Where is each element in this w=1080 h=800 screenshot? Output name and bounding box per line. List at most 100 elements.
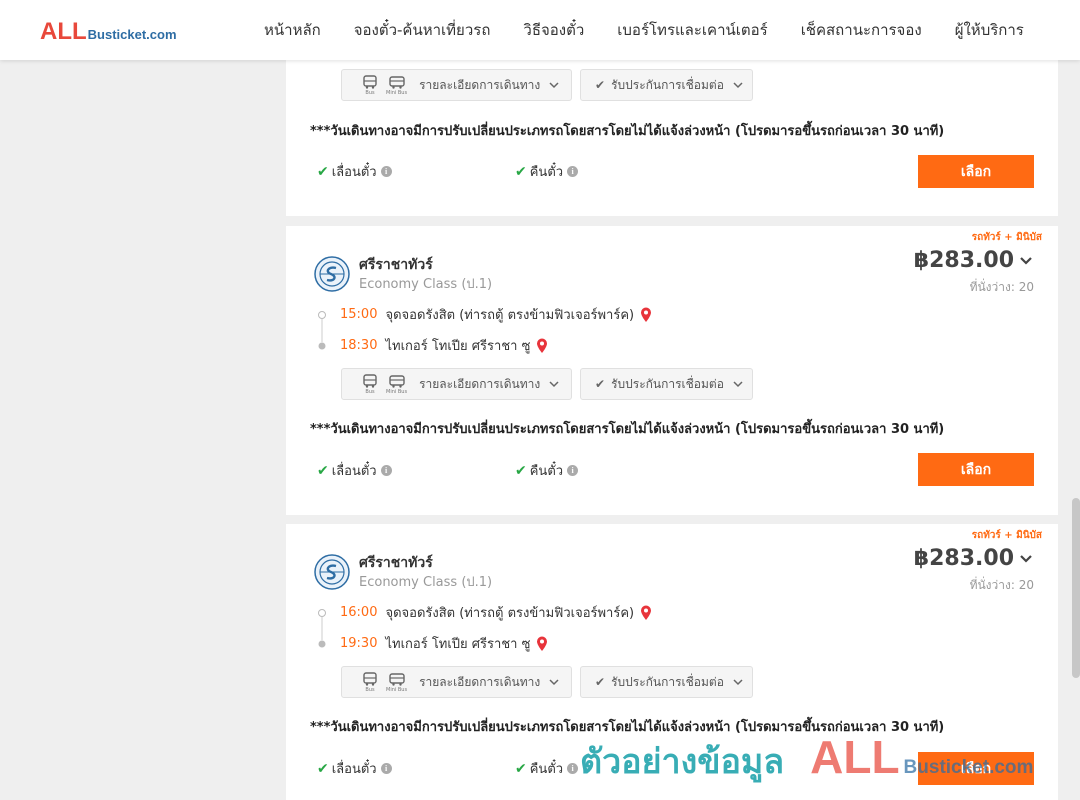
vehicle-type-tag: รถทัวร์ + มินิบัส	[971, 530, 1042, 541]
trip-details-label: รายละเอียดการเดินทาง	[419, 376, 541, 391]
available-seats: ที่นั่งว่าง: 20	[969, 578, 1034, 592]
change-ticket-policy: ✔ เลื่อนตั๋ว i	[317, 161, 392, 182]
checkmark-icon: ✔	[317, 163, 329, 180]
top-header: ALL Busticket.com หน้าหลัก จองตั๋ว-ค้นหา…	[0, 0, 1080, 60]
ticket-price: ฿283.00	[913, 546, 1014, 571]
operator-logo-icon	[314, 554, 350, 590]
arrival-place: ไทเกอร์ โทเปีย ศรีราชา ซู	[385, 637, 531, 652]
vehicle-change-notice: ***วันเดินทางอาจมีการปรับเปลี่ยนประเภทรถ…	[310, 422, 945, 437]
arrival-time: 19:30	[340, 636, 378, 651]
nav-operators[interactable]: ผู้ให้บริการ	[955, 18, 1024, 42]
info-icon[interactable]: i	[567, 763, 579, 774]
checkmark-icon: ✔	[515, 163, 527, 180]
chevron-down-icon	[1020, 554, 1032, 563]
bus-icon-label: Bus	[365, 686, 375, 693]
change-ticket-label: เลื่อนตั๋ว	[331, 464, 377, 479]
departure-stop: 16:00 จุดจอดรังสิต (ท่ารถตู้ ตรงข้ามฟิวเ…	[340, 602, 652, 623]
connection-guarantee-label: รับประกันการเชื่อมต่อ	[611, 674, 724, 689]
refund-ticket-label: คืนตั๋ว	[529, 762, 564, 777]
chevron-down-icon	[733, 381, 743, 388]
bus-icon: Bus	[362, 74, 378, 96]
arrival-stop: 18:30 ไทเกอร์ โทเปีย ศรีราชา ซู	[340, 335, 548, 356]
trip-details-button[interactable]: Bus Mini Bus รายละเอียดการเดินทาง	[341, 666, 572, 698]
available-seats: ที่นั่งว่าง: 20	[969, 280, 1034, 294]
check-icon: ✔	[595, 377, 606, 391]
checkmark-icon: ✔	[515, 462, 527, 479]
vehicle-change-notice: ***วันเดินทางอาจมีการปรับเปลี่ยนประเภทรถ…	[310, 720, 945, 735]
select-trip-button[interactable]: เลือก	[918, 155, 1034, 188]
select-trip-button[interactable]: เลือก	[918, 752, 1034, 785]
price-toggle[interactable]: ฿283.00	[914, 248, 1034, 273]
departure-stop: 15:00 จุดจอดรังสิต (ท่ารถตู้ ตรงข้ามฟิวเ…	[340, 304, 652, 325]
info-icon[interactable]: i	[567, 166, 579, 177]
minibus-icon-label: Mini Bus	[386, 388, 408, 395]
map-pin-icon[interactable]	[536, 636, 548, 652]
arrival-place: ไทเกอร์ โทเปีย ศรีราชา ซู	[385, 339, 531, 354]
logo-busticket-text: Busticket.com	[87, 27, 177, 42]
minibus-icon-label: Mini Bus	[386, 686, 408, 693]
refund-ticket-policy: ✔ คืนตั๋ว i	[515, 758, 579, 779]
bus-icon-label: Bus	[365, 388, 375, 395]
site-logo[interactable]: ALL Busticket.com	[40, 18, 177, 46]
arrival-time: 18:30	[340, 338, 378, 353]
chevron-down-icon	[733, 679, 743, 686]
minibus-icon-label: Mini Bus	[386, 89, 408, 96]
bus-class: Economy Class (ป.1)	[359, 575, 493, 590]
info-icon[interactable]: i	[380, 465, 392, 476]
change-ticket-policy: ✔ เลื่อนตั๋ว i	[317, 758, 392, 779]
minibus-icon: Mini Bus	[386, 672, 407, 693]
refund-ticket-label: คืนตั๋ว	[529, 464, 564, 479]
trip-card: รถทัวร์ + มินิบัส ศรีราชาทัวร์ Economy C…	[286, 524, 1058, 800]
map-pin-icon[interactable]	[640, 307, 652, 323]
connection-guarantee-label: รับประกันการเชื่อมต่อ	[611, 376, 724, 391]
refund-ticket-policy: ✔ คืนตั๋ว i	[515, 460, 579, 481]
main-nav: หน้าหลัก จองตั๋ว-ค้นหาเที่ยวรถ วิธีจองตั…	[264, 0, 1057, 60]
nav-check-booking[interactable]: เช็คสถานะการจอง	[801, 18, 922, 42]
refund-ticket-label: คืนตั๋ว	[529, 165, 564, 180]
departure-time: 16:00	[340, 605, 378, 620]
bus-icon: Bus	[362, 373, 378, 395]
arrival-stop: 19:30 ไทเกอร์ โทเปีย ศรีราชา ซู	[340, 633, 548, 654]
minibus-icon: Mini Bus	[386, 374, 407, 395]
nav-home[interactable]: หน้าหลัก	[264, 18, 321, 42]
route-timeline	[318, 609, 326, 648]
price-toggle[interactable]: ฿283.00	[914, 546, 1034, 571]
operator-logo-icon	[314, 256, 350, 292]
chevron-down-icon	[549, 679, 559, 686]
select-trip-button[interactable]: เลือก	[918, 453, 1034, 486]
chevron-down-icon	[549, 381, 559, 388]
change-ticket-label: เลื่อนตั๋ว	[331, 165, 377, 180]
change-ticket-label: เลื่อนตั๋ว	[331, 762, 377, 777]
check-icon: ✔	[595, 78, 606, 92]
checkmark-icon: ✔	[515, 760, 527, 777]
trip-details-label: รายละเอียดการเดินทาง	[419, 77, 541, 92]
change-ticket-policy: ✔ เลื่อนตั๋ว i	[317, 460, 392, 481]
info-icon[interactable]: i	[380, 763, 392, 774]
checkmark-icon: ✔	[317, 462, 329, 479]
vehicle-type-tag: รถทัวร์ + มินิบัส	[971, 232, 1042, 243]
minibus-icon: Mini Bus	[386, 75, 407, 96]
connection-guarantee-button[interactable]: ✔ รับประกันการเชื่อมต่อ	[580, 69, 753, 101]
departure-place: จุดจอดรังสิต (ท่ารถตู้ ตรงข้ามฟิวเจอร์พา…	[385, 308, 635, 323]
ticket-price: ฿283.00	[913, 248, 1014, 273]
trip-details-button[interactable]: Bus Mini Bus รายละเอียดการเดินทาง	[341, 368, 572, 400]
connection-guarantee-label: รับประกันการเชื่อมต่อ	[611, 77, 724, 92]
refund-ticket-policy: ✔ คืนตั๋ว i	[515, 161, 579, 182]
trip-details-button[interactable]: Bus Mini Bus รายละเอียดการเดินทาง	[341, 69, 572, 101]
bus-icon-label: Bus	[365, 89, 375, 96]
info-icon[interactable]: i	[380, 166, 392, 177]
info-icon[interactable]: i	[567, 465, 579, 476]
nav-how-to-book[interactable]: วิธีจองตั๋ว	[523, 18, 584, 42]
connection-guarantee-button[interactable]: ✔ รับประกันการเชื่อมต่อ	[580, 368, 753, 400]
connection-guarantee-button[interactable]: ✔ รับประกันการเชื่อมต่อ	[580, 666, 753, 698]
chevron-down-icon	[733, 82, 743, 89]
map-pin-icon[interactable]	[536, 338, 548, 354]
map-pin-icon[interactable]	[640, 605, 652, 621]
nav-phone-counter[interactable]: เบอร์โทรและเคาน์เตอร์	[617, 18, 767, 42]
logo-all-text: ALL	[40, 18, 87, 45]
departure-place: จุดจอดรังสิต (ท่ารถตู้ ตรงข้ามฟิวเจอร์พา…	[385, 606, 635, 621]
nav-book-search[interactable]: จองตั๋ว-ค้นหาเที่ยวรถ	[354, 18, 491, 42]
chevron-down-icon	[549, 82, 559, 89]
trip-card-partial: Bus Mini Bus รายละเอียดการเดินทาง ✔ รับป…	[286, 60, 1058, 216]
page-scrollbar[interactable]	[1072, 498, 1080, 678]
